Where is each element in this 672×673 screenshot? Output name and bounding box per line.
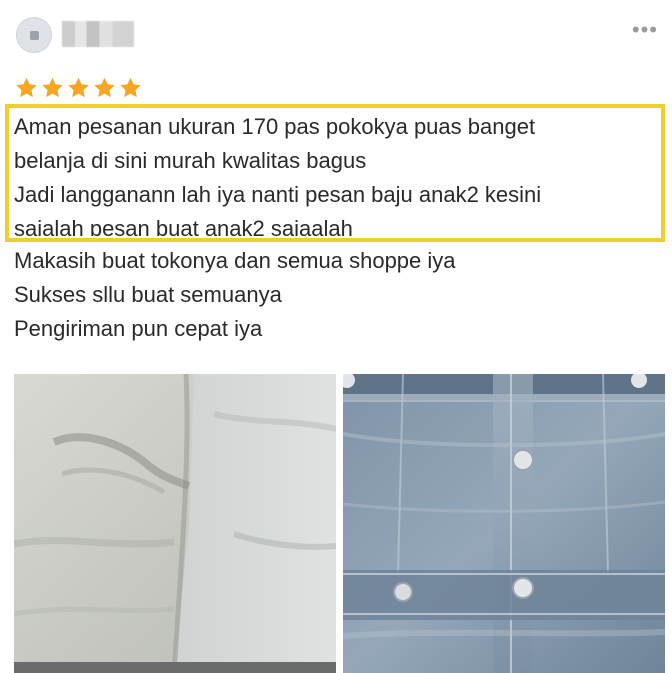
star-icon <box>16 77 37 98</box>
review-photo[interactable] <box>343 374 665 673</box>
review-text: Aman pesanan ukuran 170 pas pokokya puas… <box>14 110 662 346</box>
jacket-button-icon <box>512 449 534 471</box>
review-line: Makasih buat tokonya dan semua shoppe iy… <box>14 248 456 273</box>
review-line: sajalah pesan buat anak2 sajaalah <box>14 216 353 236</box>
star-icon <box>42 77 63 98</box>
star-rating <box>14 76 143 100</box>
jacket-button-icon <box>512 577 534 599</box>
review-line: Sukses sllu buat semuanya <box>14 282 282 307</box>
username-blurred <box>62 21 134 47</box>
review-line: Jadi langganann lah iya nanti pesan baju… <box>14 182 542 207</box>
jacket-button-icon <box>393 582 413 602</box>
review-header: ••• <box>0 0 672 70</box>
avatar-placeholder-icon <box>30 31 39 40</box>
more-dots-icon[interactable]: ••• <box>632 19 658 41</box>
review-line: Aman pesanan ukuran 170 pas pokokya puas… <box>14 114 536 139</box>
avatar[interactable] <box>16 17 52 53</box>
review-photo[interactable] <box>14 374 336 673</box>
photo-denim-jacket <box>343 374 665 673</box>
review-line: belanja di sini murah kwalitas bagus <box>14 148 367 173</box>
photo-white-fabric <box>14 374 336 673</box>
review-line: Pengiriman pun cepat iya <box>14 316 263 341</box>
star-icon <box>94 77 115 98</box>
star-icon <box>68 77 89 98</box>
star-icon <box>120 77 141 98</box>
